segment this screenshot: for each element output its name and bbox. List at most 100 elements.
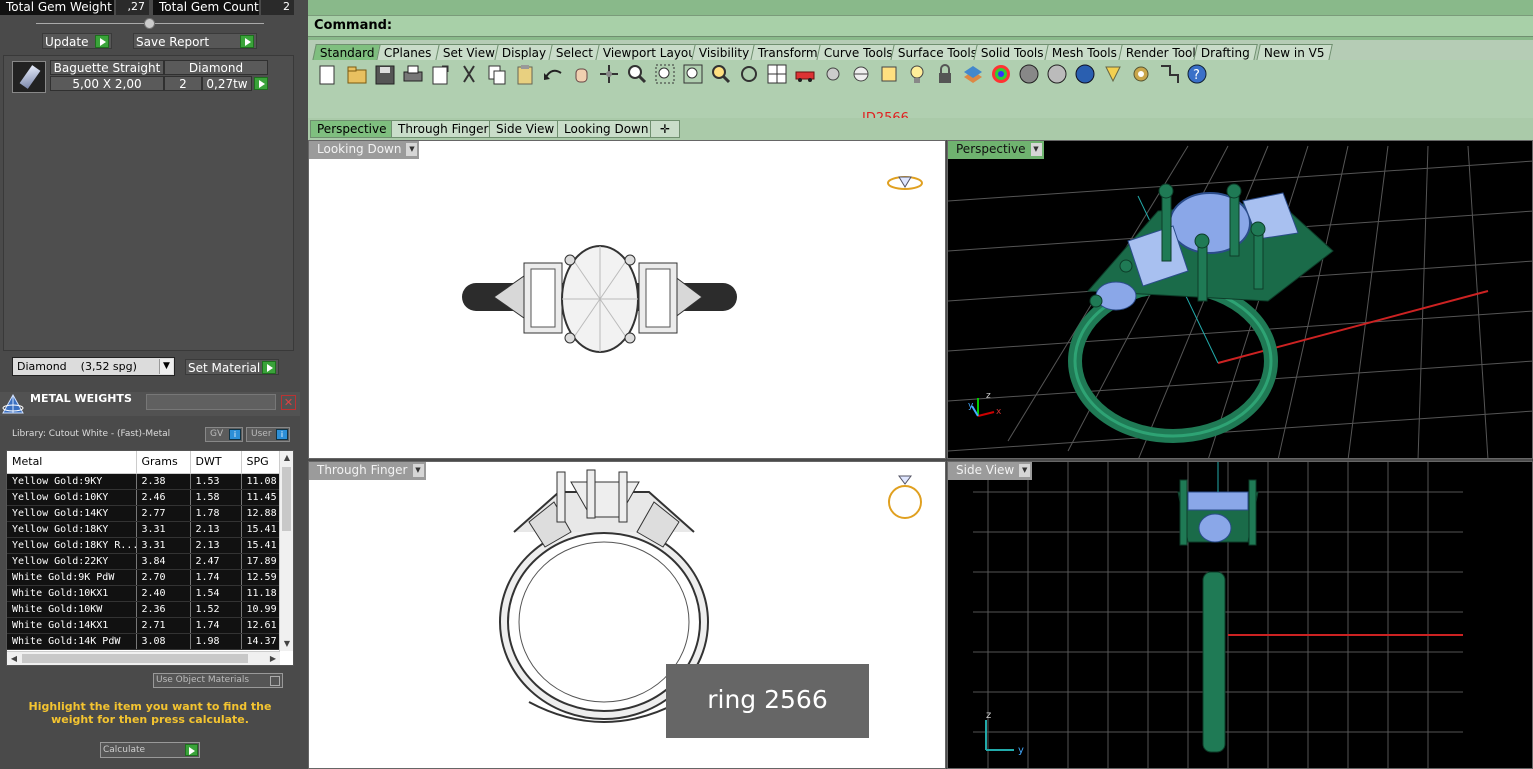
scroll-down-icon[interactable]: ▼	[280, 637, 293, 651]
viewport-perspective[interactable]: z x y Perspective ▼	[947, 140, 1533, 459]
table-cell: 15.41	[241, 521, 282, 538]
total-gem-count-value: 2	[261, 0, 294, 15]
color-wheel-icon	[992, 65, 1010, 83]
toolbar-tab[interactable]: Solid Tools	[973, 44, 1052, 61]
toolbar-tab[interactable]: Visibility	[691, 44, 758, 61]
table-row[interactable]: Yellow Gold:18KY R... 3.31 2.13 15.41	[7, 537, 282, 554]
open-folder-icon	[347, 66, 367, 84]
toolbar-tab[interactable]: Mesh Tools	[1044, 44, 1125, 61]
gem-go-button[interactable]	[252, 76, 268, 91]
table-row[interactable]: Yellow Gold:18KY 3.31 2.13 15.41	[7, 521, 282, 538]
table-row[interactable]: White Gold:9K PdW 2.70 1.74 12.59	[7, 569, 282, 586]
pan-hand-icon	[575, 68, 588, 83]
toolbar-tab[interactable]: Set View	[435, 44, 503, 61]
update-button[interactable]: Update	[42, 33, 112, 49]
command-line[interactable]: Command:	[308, 15, 1533, 37]
gem-size[interactable]: 5,00 X 2,00	[50, 76, 164, 91]
toolbar-tab-label: Surface Tools	[897, 46, 977, 60]
rendered-sphere-icon	[1075, 64, 1095, 84]
close-icon[interactable]: ✕	[281, 395, 296, 410]
table-cell: Yellow Gold:14KY	[7, 505, 137, 522]
add-viewport-tab-icon[interactable]: ✛	[650, 120, 680, 138]
table-cell: 1.52	[190, 601, 242, 618]
splitter-handle[interactable]	[144, 18, 155, 29]
table-row[interactable]: White Gold:10KX1 2.40 1.54 11.18	[7, 585, 282, 602]
table-row[interactable]: White Gold:14K PdW 3.08 1.98 14.37	[7, 633, 282, 650]
scroll-left-icon[interactable]: ◀	[7, 652, 21, 665]
scroll-thumb[interactable]	[22, 654, 248, 663]
help-icon: ?	[1187, 64, 1207, 84]
toolbar-tab[interactable]: Standard	[312, 44, 383, 61]
table-cell: 11.18	[241, 585, 282, 602]
toolbar-tab[interactable]: Transform	[750, 44, 826, 61]
new-file-icon	[319, 65, 335, 85]
table-cell: 1.74	[190, 569, 242, 586]
table-row[interactable]: White Gold:14KX1 2.71 1.74 12.61	[7, 617, 282, 634]
toolbar-tab[interactable]: Surface Tools	[890, 44, 985, 61]
column-header[interactable]: DWT	[190, 451, 242, 474]
toolbar-tab[interactable]: Select	[548, 44, 601, 61]
viewport-through-finger[interactable]: Through Finger ▼ ring 2566	[308, 461, 946, 769]
table-row[interactable]: White Gold:10KW 2.36 1.52 10.99	[7, 601, 282, 618]
calculate-button[interactable]: Calculate	[100, 742, 200, 758]
gem-count[interactable]: 2	[164, 76, 202, 91]
ring-perspective-view: z x y	[948, 145, 1532, 458]
gem-total-weight[interactable]: 0,27tw	[202, 76, 252, 91]
table-cell: 2.70	[136, 569, 191, 586]
viewport-title[interactable]: Perspective ▼	[948, 141, 1044, 159]
toolbar-tab[interactable]: Display	[494, 44, 555, 61]
table-row[interactable]: Yellow Gold:14KY 2.77 1.78 12.88	[7, 505, 282, 522]
svg-text:y: y	[1018, 745, 1024, 756]
chevron-down-icon: ▼	[159, 359, 173, 374]
gv-toggle[interactable]: GV i	[205, 427, 243, 442]
table-cell: 2.77	[136, 505, 191, 522]
pyramid-logo-icon	[2, 393, 24, 414]
scroll-thumb[interactable]	[282, 467, 291, 531]
horizontal-scrollbar[interactable]: ◀ ▶	[7, 651, 280, 665]
viewport-tab[interactable]: Side View	[489, 120, 562, 138]
gem-panel: Total Gem Weight ,27 Total Gem Count 2 U…	[0, 0, 300, 769]
toolbar-tab[interactable]: Drafting	[1193, 44, 1258, 61]
table-cell: 2.38	[136, 473, 191, 490]
total-gem-weight-value: ,27	[116, 0, 149, 15]
scroll-right-icon[interactable]: ▶	[266, 652, 280, 665]
metal-weights-header: METAL WEIGHTS ✕	[0, 392, 300, 416]
axis-gizmo: z x y	[968, 391, 1002, 417]
table-row[interactable]: Yellow Gold:9KY 2.38 1.53 11.08	[7, 473, 282, 490]
use-object-materials-checkbox[interactable]: Use Object Materials	[153, 673, 283, 688]
viewport-title[interactable]: Side View ▼	[948, 462, 1033, 480]
table-cell: 1.58	[190, 489, 242, 506]
toolbar-tab-label: Display	[501, 46, 547, 60]
viewport-tab[interactable]: Through Finger	[391, 120, 496, 138]
set-material-button[interactable]: Set Material	[185, 359, 279, 375]
user-toggle[interactable]: User i	[246, 427, 290, 442]
toolbar-tab[interactable]: New in V5	[1256, 44, 1333, 61]
object-snap-icon	[853, 66, 869, 82]
column-header[interactable]: Grams	[136, 451, 191, 474]
viewport-name: Perspective	[956, 142, 1026, 156]
toolbar-tab[interactable]: Curve Tools	[816, 44, 901, 61]
column-header[interactable]: SPG	[241, 451, 282, 474]
toolbar-tab-label: Visibility	[698, 46, 750, 60]
viewport-looking-down[interactable]: Looking Down ▼	[308, 140, 946, 459]
viewport-tab[interactable]: Perspective	[310, 120, 394, 138]
metal-weights-table[interactable]: Metal Grams DWT SPG Yellow Gold:9KY 2.38 1.53…	[6, 450, 294, 666]
table-row[interactable]: Yellow Gold:22KY 3.84 2.47 17.89	[7, 553, 282, 570]
save-report-button[interactable]: Save Report	[133, 33, 257, 49]
table-cell: 2.13	[190, 537, 242, 554]
column-header[interactable]: Metal	[7, 451, 137, 474]
toolbar-tab[interactable]: CPlanes	[376, 44, 440, 61]
table-row[interactable]: Yellow Gold:10KY 2.46 1.58 11.45	[7, 489, 282, 506]
viewport-tab[interactable]: Looking Down	[557, 120, 656, 138]
toolbar-tab-label: Select	[555, 46, 593, 60]
standard-toolbar: ? ID2566	[308, 60, 1533, 126]
viewport-side-view[interactable]: z y Side View ▼	[947, 461, 1533, 769]
gem-material[interactable]: Diamond	[164, 60, 268, 75]
axis-gizmo: z y	[985, 710, 1024, 756]
material-select[interactable]: Diamond (3,52 spg) ▼	[12, 357, 175, 376]
layer-icon	[964, 66, 982, 83]
zoom-window-icon	[655, 64, 675, 84]
vertical-scrollbar[interactable]: ▲ ▼	[279, 451, 293, 651]
scroll-up-icon[interactable]: ▲	[280, 451, 293, 465]
gem-shape[interactable]: Baguette Straight	[50, 60, 164, 75]
